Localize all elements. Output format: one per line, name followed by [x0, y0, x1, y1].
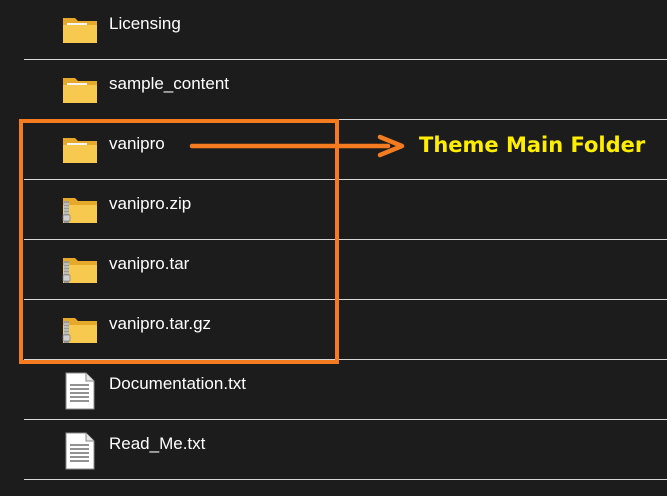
row-divider	[24, 479, 667, 480]
annotation-label: Theme Main Folder	[419, 133, 646, 157]
file-name: Read_Me.txt	[109, 434, 206, 453]
file-row-documentation-txt[interactable]: Documentation.txt	[24, 360, 667, 420]
file-row-read-me-txt[interactable]: Read_Me.txt	[24, 420, 667, 480]
file-row-licensing[interactable]: Licensing	[24, 0, 667, 60]
file-row-sample-content[interactable]: sample_content	[24, 60, 667, 120]
folder-icon	[61, 12, 99, 46]
text-file-icon	[61, 372, 99, 410]
folder-icon	[61, 72, 99, 106]
file-name: sample_content	[109, 74, 230, 93]
text-file-icon	[61, 432, 99, 470]
arrow-right-icon	[189, 134, 405, 158]
file-name: Licensing	[109, 14, 181, 33]
file-name: Documentation.txt	[109, 374, 247, 393]
